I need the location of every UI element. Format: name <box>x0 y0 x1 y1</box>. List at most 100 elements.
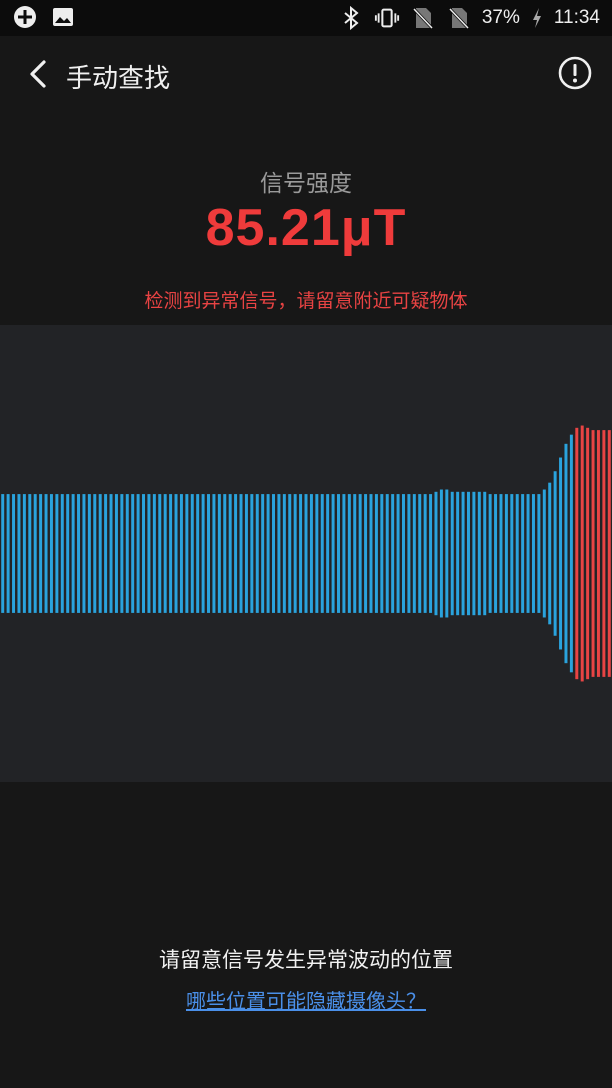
waveform-bar <box>60 494 64 613</box>
waveform-bar <box>320 494 324 613</box>
waveform-bar <box>22 494 26 613</box>
charging-icon <box>530 5 544 31</box>
status-bar: 37% 11:34 <box>0 0 612 36</box>
waveform-bar <box>147 494 151 613</box>
waveform-bar <box>234 494 238 613</box>
page-title: 手动查找 <box>66 64 171 94</box>
waveform-bar <box>142 494 146 613</box>
waveform-bar <box>391 494 395 613</box>
no-sim-icon <box>410 5 436 31</box>
waveform-bar <box>337 494 340 613</box>
waveform-bar <box>6 494 10 613</box>
back-button[interactable] <box>24 54 60 94</box>
waveform-bar <box>207 494 210 613</box>
waveform-bar <box>17 494 21 613</box>
waveform-bar <box>1 494 5 613</box>
chevron-left-icon <box>30 60 46 88</box>
waveform-bar <box>223 494 227 613</box>
waveform-bar <box>499 494 503 613</box>
waveform-bar <box>87 494 91 613</box>
waveform-bar <box>82 494 86 613</box>
waveform-bar <box>483 491 487 616</box>
info-circle-icon <box>558 56 592 90</box>
waveform-bar <box>104 494 108 613</box>
waveform-bar <box>456 491 460 616</box>
waveform-bar <box>526 494 530 613</box>
signal-waveform <box>0 325 612 782</box>
waveform-bar <box>158 494 162 613</box>
waveform-bar <box>353 494 357 613</box>
waveform-bar-alert <box>591 430 595 677</box>
waveform-bar <box>309 494 313 613</box>
waveform-bar <box>504 494 508 613</box>
waveform-bar <box>109 494 113 613</box>
waveform-bar <box>44 494 48 613</box>
waveform-bar-alert <box>596 430 600 677</box>
waveform-bar <box>434 491 438 616</box>
waveform-bar <box>494 494 498 613</box>
signal-strength-label: 信号强度 <box>260 171 352 197</box>
waveform-bar <box>466 491 470 616</box>
waveform-bar <box>450 491 454 616</box>
waveform-bar <box>71 494 75 613</box>
waveform-bar <box>131 494 135 613</box>
bluetooth-icon <box>338 5 364 31</box>
waveform-bar <box>66 494 70 613</box>
waveform-bar <box>564 443 568 664</box>
waveform-bar <box>521 494 525 613</box>
waveform-bar <box>244 494 248 613</box>
waveform-bar <box>315 494 319 613</box>
waveform-bar <box>418 494 422 613</box>
waveform-chart <box>1 425 611 682</box>
hint-text: 请留意信号发生异常波动的位置 <box>159 948 453 972</box>
waveform-bar <box>477 491 481 616</box>
waveform-bar <box>331 494 335 613</box>
waveform-bar <box>461 491 465 616</box>
waveform-bar <box>396 494 400 613</box>
waveform-bar <box>326 494 330 613</box>
waveform-bar <box>548 482 552 625</box>
waveform-bar <box>488 494 492 613</box>
waveform-bar <box>266 494 270 613</box>
waveform-bar <box>402 494 405 613</box>
waveform-bar <box>125 494 129 613</box>
waveform-bar <box>358 494 362 613</box>
waveform-bar <box>439 489 443 618</box>
signal-warning: 检测到异常信号，请留意附近可疑物体 <box>144 290 468 312</box>
waveform-bar <box>342 494 346 613</box>
waveform-bar <box>93 494 97 613</box>
waveform-bar <box>77 494 81 613</box>
waveform-bar <box>39 494 43 613</box>
waveform-bar <box>55 494 59 613</box>
waveform-bar <box>429 494 433 613</box>
waveform-bar <box>380 494 384 613</box>
waveform-bar <box>445 489 449 618</box>
waveform-bar <box>407 494 411 613</box>
hidden-camera-link[interactable]: 哪些位置可能隐藏摄像头？ <box>186 989 426 1013</box>
waveform-bar <box>212 494 216 613</box>
waveform-bar <box>293 494 297 613</box>
waveform-bar <box>28 494 32 613</box>
waveform-bar <box>174 494 178 613</box>
vibrate-icon <box>374 5 400 31</box>
waveform-bar-alert <box>586 427 590 680</box>
waveform-bar <box>12 494 16 613</box>
info-button[interactable] <box>558 56 592 90</box>
waveform-bar <box>250 494 254 613</box>
waveform-bar <box>559 457 563 650</box>
waveform-bar <box>136 494 140 613</box>
waveform-bar <box>385 494 389 613</box>
app-bar: 手动查找 <box>0 36 612 112</box>
waveform-bar <box>120 494 124 613</box>
status-bar-notifications <box>12 4 76 30</box>
waveform-bar <box>299 494 303 613</box>
waveform-bar <box>537 494 541 613</box>
image-icon <box>50 4 76 30</box>
waveform-bar-alert <box>575 427 579 680</box>
no-sim-icon <box>446 5 472 31</box>
waveform-bar <box>255 494 259 613</box>
waveform-bar-alert <box>602 430 606 677</box>
waveform-bar <box>347 494 351 613</box>
waveform-bar <box>374 494 378 613</box>
waveform-bar <box>364 494 368 613</box>
